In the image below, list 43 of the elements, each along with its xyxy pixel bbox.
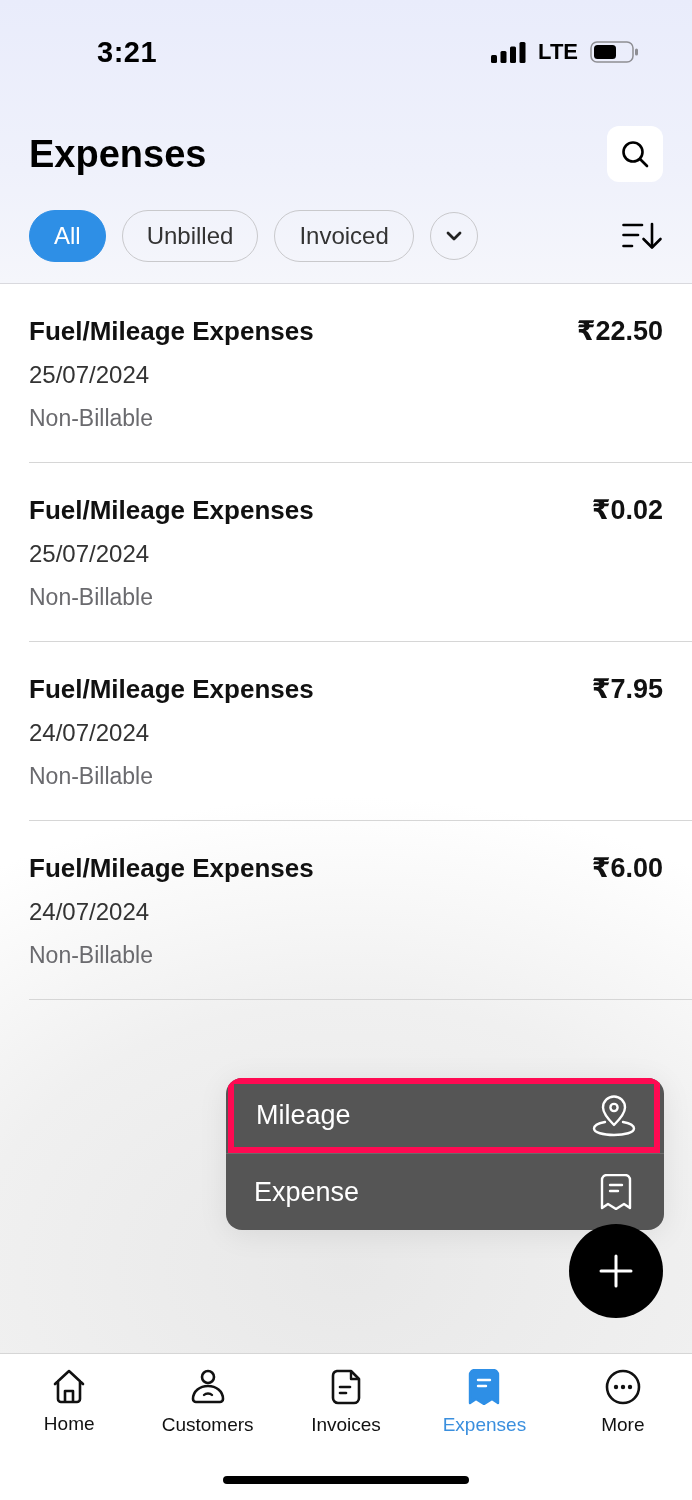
billing-status: Non-Billable xyxy=(29,404,153,433)
billing-status: Non-Billable xyxy=(29,762,153,791)
billing-status: Non-Billable xyxy=(29,583,153,612)
expense-amount: ₹0.02 xyxy=(591,494,663,527)
plus-icon xyxy=(599,1254,633,1288)
home-icon xyxy=(52,1369,87,1404)
document-icon xyxy=(331,1369,361,1405)
expense-date: 25/07/2024 xyxy=(29,360,150,390)
expense-row[interactable]: Fuel/Mileage Expenses ₹22.50 25/07/2024 Non-Billable xyxy=(29,284,692,463)
tab-item[interactable]: Home xyxy=(0,1369,139,1436)
sort-icon xyxy=(622,222,663,250)
expense-row[interactable]: Fuel/Mileage Expenses ₹0.02 25/07/2024 Non-Billable xyxy=(29,463,692,642)
network-type: LTE xyxy=(538,39,578,65)
expense-date: 24/07/2024 xyxy=(29,897,150,927)
expense-date: 25/07/2024 xyxy=(29,539,150,569)
receipt-icon xyxy=(468,1369,501,1405)
person-icon xyxy=(189,1369,226,1405)
status-time: 3:21 xyxy=(97,35,158,69)
expense-amount: ₹6.00 xyxy=(591,852,663,885)
location-pin-icon xyxy=(592,1094,636,1137)
expense-name: Fuel/Mileage Expenses xyxy=(29,852,314,885)
expense-name: Fuel/Mileage Expenses xyxy=(29,315,314,348)
menu-item[interactable]: Mileage xyxy=(228,1078,660,1153)
tab-item[interactable]: Customers xyxy=(138,1369,277,1436)
search-icon xyxy=(621,140,649,168)
page-title: Expenses xyxy=(29,132,207,176)
search-button[interactable] xyxy=(607,126,663,182)
expense-date: 24/07/2024 xyxy=(29,718,150,748)
more-icon xyxy=(604,1369,641,1405)
expense-name: Fuel/Mileage Expenses xyxy=(29,673,314,706)
tab-item[interactable]: Invoices xyxy=(276,1369,416,1436)
chevron-down-icon xyxy=(445,231,462,241)
billing-status: Non-Billable xyxy=(29,941,153,970)
tab-item[interactable]: More xyxy=(553,1369,692,1436)
expense-amount: ₹7.95 xyxy=(591,673,663,706)
expense-name: Fuel/Mileage Expenses xyxy=(29,494,314,527)
expense-amount: ₹22.50 xyxy=(576,315,663,348)
battery-icon xyxy=(590,41,638,63)
expense-row[interactable]: Fuel/Mileage Expenses ₹6.00 24/07/2024 Non-Billable xyxy=(29,821,692,1000)
signal-icon xyxy=(491,41,527,63)
expense-row[interactable]: Fuel/Mileage Expenses ₹7.95 24/07/2024 Non-Billable xyxy=(29,642,692,821)
receipt-icon xyxy=(600,1174,632,1210)
sort-button[interactable] xyxy=(622,222,663,250)
